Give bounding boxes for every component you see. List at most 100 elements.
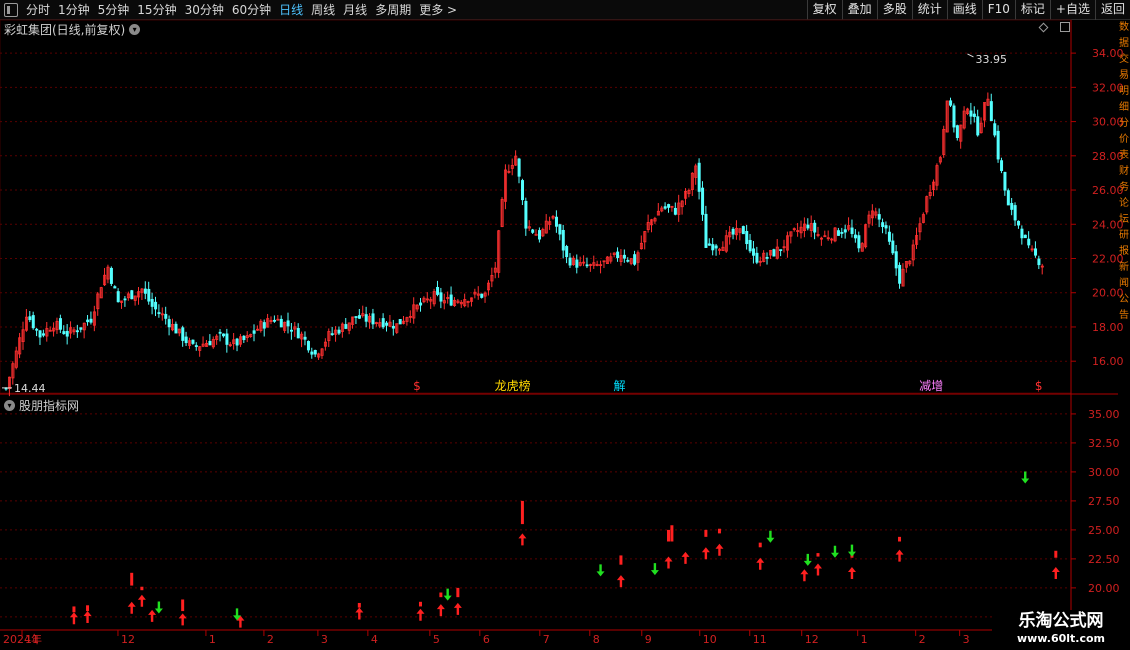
main-panel-border xyxy=(0,19,1072,394)
candle-body xyxy=(130,290,134,300)
candle-body xyxy=(650,219,654,226)
candle-body xyxy=(786,235,790,251)
buy-arrow-icon xyxy=(453,602,462,615)
x-tick-label: 6 xyxy=(483,633,490,646)
tab-period-10[interactable]: 更多 > xyxy=(415,0,461,20)
sell-arrow-icon xyxy=(443,588,452,601)
candle-body xyxy=(531,229,535,233)
signal-bar xyxy=(86,605,90,612)
candle-body xyxy=(544,220,548,234)
candle-body xyxy=(864,224,868,248)
candle-body xyxy=(164,313,168,319)
tab-period-4[interactable]: 30分钟 xyxy=(181,0,228,20)
tab-period-2[interactable]: 5分钟 xyxy=(94,0,134,20)
price-chart[interactable]: 16.0018.0020.0022.0024.0026.0028.0030.00… xyxy=(0,0,1130,650)
period-toolbar: 分时 1分钟 5分钟 15分钟 30分钟 60分钟 日线 周线 月线 多周期 更多 > 复权 叠加 多股… xyxy=(0,0,1130,20)
candle-body xyxy=(442,300,446,304)
watermark: 乐淘公式网 www.60lt.com xyxy=(992,610,1130,650)
toolbar-button-7[interactable]: +自选 xyxy=(1049,0,1095,20)
x-tick-label: 11 xyxy=(753,633,767,646)
candle-body xyxy=(18,337,22,355)
candle-body xyxy=(317,353,321,358)
tab-period-8[interactable]: 月线 xyxy=(339,0,371,20)
tab-period-5[interactable]: 60分钟 xyxy=(228,0,275,20)
candle-body xyxy=(245,335,249,338)
candle-body xyxy=(303,336,307,340)
toolbar-button-8[interactable]: 返回 xyxy=(1094,0,1130,20)
candle-body xyxy=(884,225,888,229)
candle-body xyxy=(86,319,90,323)
candle-body xyxy=(582,261,586,264)
candle-body xyxy=(745,231,749,245)
candle-body xyxy=(371,313,375,325)
toolbar-button-2[interactable]: 多股 xyxy=(876,0,912,20)
candle-body xyxy=(881,222,885,227)
indicator-title: ▾ 股朋指标网 xyxy=(4,397,79,414)
candle-body xyxy=(877,214,881,220)
panel-toggle-icon[interactable] xyxy=(1060,22,1070,32)
candle-body xyxy=(847,225,851,230)
sell-arrow-icon xyxy=(766,530,775,543)
signal-bar xyxy=(456,587,460,598)
candle-body xyxy=(537,230,541,240)
candle-body xyxy=(456,300,460,303)
candle-body xyxy=(840,232,844,234)
signal-bar xyxy=(181,599,185,612)
candle-body xyxy=(633,254,637,265)
x-tick-label: 12 xyxy=(805,633,819,646)
buy-arrow-icon xyxy=(715,543,724,556)
candle-body xyxy=(714,245,718,249)
candle-body xyxy=(915,235,919,245)
sell-arrow-icon xyxy=(847,544,856,557)
diamond-icon[interactable] xyxy=(1038,22,1049,33)
candle-body xyxy=(425,298,429,301)
signal-bar xyxy=(1054,550,1058,558)
candle-body xyxy=(571,257,575,265)
toolbar-button-6[interactable]: 标记 xyxy=(1014,0,1050,20)
candle-body xyxy=(28,316,32,321)
candle-body xyxy=(306,341,310,351)
candle-body xyxy=(463,299,467,307)
toolbar-button-1[interactable]: 叠加 xyxy=(841,0,877,20)
candle-body xyxy=(140,288,144,293)
candle-body xyxy=(616,251,620,259)
toolbar-button-4[interactable]: 画线 xyxy=(946,0,982,20)
side-tab-char: 明 xyxy=(1119,86,1129,97)
candle-body xyxy=(612,252,616,255)
toolbar-button-5[interactable]: F10 xyxy=(981,0,1015,20)
candle-body xyxy=(123,298,127,301)
candle-body xyxy=(38,330,42,338)
indicator-title-text: 股朋指标网 xyxy=(19,399,80,413)
candle-body xyxy=(738,228,742,233)
candle-body xyxy=(330,333,334,336)
candle-body xyxy=(578,262,582,266)
tab-period-7[interactable]: 周线 xyxy=(307,0,339,20)
candle-body xyxy=(507,170,511,173)
candle-body xyxy=(772,249,776,257)
sell-arrow-icon xyxy=(1021,471,1030,484)
tab-period-6[interactable]: 日线 xyxy=(275,0,307,20)
layout-toggle-icon[interactable] xyxy=(4,2,18,17)
candle-body xyxy=(918,223,922,233)
candle-body xyxy=(568,257,572,266)
candle-body xyxy=(823,235,827,238)
watermark-url: www.60lt.com xyxy=(1016,632,1106,645)
side-tab-char: 易 xyxy=(1119,70,1129,81)
toolbar-button-3[interactable]: 统计 xyxy=(911,0,947,20)
chevron-down-icon[interactable]: ▾ xyxy=(129,24,141,35)
candle-body xyxy=(69,327,73,334)
candle-body xyxy=(850,227,854,234)
period-tabs: 分时 1分钟 5分钟 15分钟 30分钟 60分钟 日线 周线 月线 多周期 更多 > xyxy=(22,0,461,20)
tab-period-9[interactable]: 多周期 xyxy=(371,0,415,20)
y-tick-label: 30.00 xyxy=(1088,466,1120,479)
side-tab-strip[interactable]: 数据交易明细分价表财务论坛研报新闻公告 xyxy=(1118,20,1130,630)
candle-body xyxy=(106,266,110,280)
candle-body xyxy=(276,318,280,321)
chevron-down-icon[interactable]: ▾ xyxy=(4,400,15,411)
tab-period-0[interactable]: 分时 xyxy=(22,0,54,20)
tab-period-3[interactable]: 15分钟 xyxy=(133,0,180,20)
candle-body xyxy=(704,213,708,248)
tab-period-1[interactable]: 1分钟 xyxy=(54,0,94,20)
candle-body xyxy=(646,222,650,231)
toolbar-button-0[interactable]: 复权 xyxy=(806,0,842,20)
